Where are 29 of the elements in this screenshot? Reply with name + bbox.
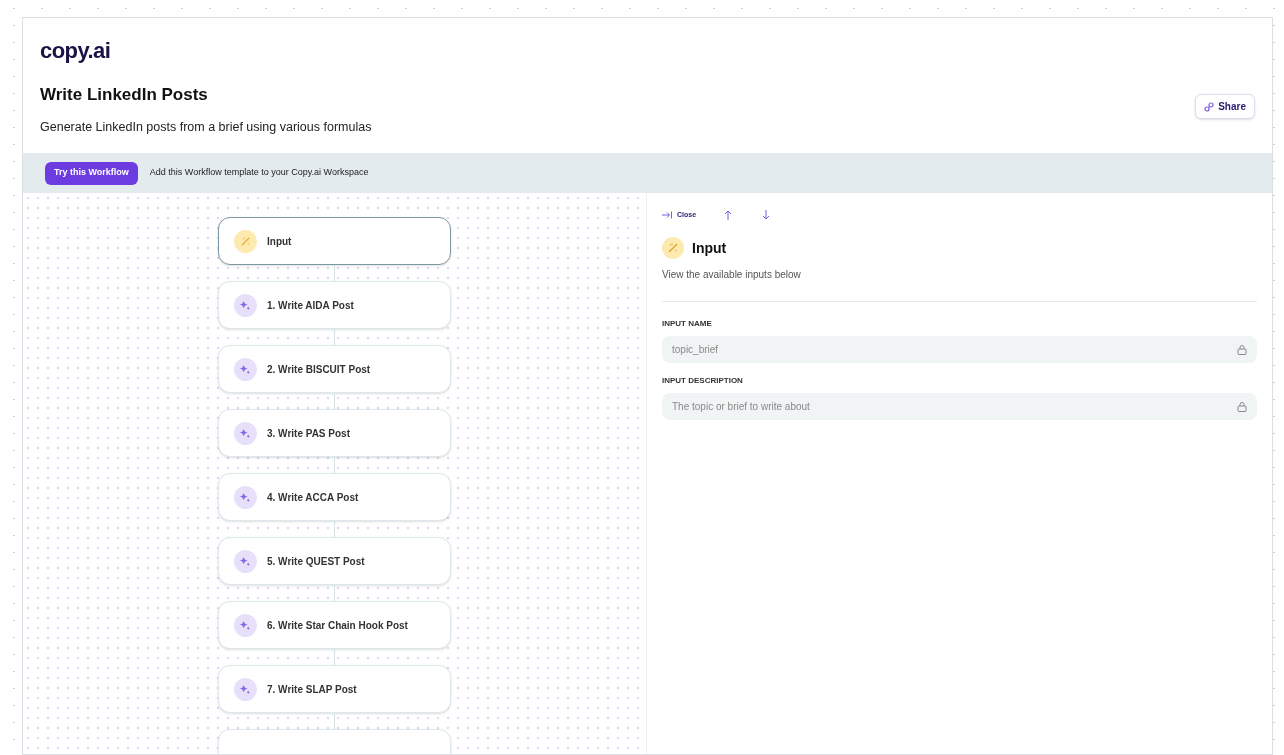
banner-text: Add this Workflow template to your Copy.ai Workspace bbox=[149, 166, 369, 180]
workflow-node[interactable]: 5. Write QUEST Post bbox=[218, 537, 451, 585]
logo: copy.ai bbox=[40, 40, 112, 62]
sparkle-icon bbox=[234, 357, 257, 381]
share-button[interactable]: Share bbox=[1195, 94, 1255, 119]
collapse-icon bbox=[662, 211, 673, 219]
workflow-node[interactable]: 1. Write AIDA Post bbox=[218, 281, 451, 329]
sparkle-icon bbox=[234, 293, 257, 317]
sparkle-icon bbox=[234, 485, 257, 509]
sparkle-icon bbox=[234, 421, 257, 445]
sparkle-icon bbox=[234, 677, 257, 701]
field-label: INPUT NAME bbox=[662, 318, 713, 330]
workflow-node[interactable]: 4. Write ACCA Post bbox=[218, 473, 451, 521]
page-subtitle: Generate LinkedIn posts from a brief using various formulas bbox=[40, 118, 372, 136]
wand-icon bbox=[662, 237, 684, 259]
page-title: Write LinkedIn Posts bbox=[40, 84, 209, 106]
workflow-node[interactable]: 7. Write SLAP Post bbox=[218, 665, 451, 713]
panel-subtitle: View the available inputs below bbox=[662, 268, 802, 282]
wand-icon bbox=[234, 229, 257, 253]
workflow-node[interactable]: 3. Write PAS Post bbox=[218, 409, 451, 457]
workflow-node[interactable]: 2. Write BISCUIT Post bbox=[218, 345, 451, 393]
field-label: INPUT DESCRIPTION bbox=[662, 375, 744, 387]
link-icon bbox=[1204, 101, 1215, 112]
panel-title: Input bbox=[692, 238, 727, 258]
sparkle-icon bbox=[234, 613, 257, 637]
workflow-node[interactable]: Input bbox=[218, 217, 451, 265]
try-workflow-button[interactable]: Try this Workflow bbox=[45, 161, 138, 185]
sparkle-icon bbox=[234, 549, 257, 573]
workflow-node[interactable]: 6. Write Star Chain Hook Post bbox=[218, 601, 451, 649]
